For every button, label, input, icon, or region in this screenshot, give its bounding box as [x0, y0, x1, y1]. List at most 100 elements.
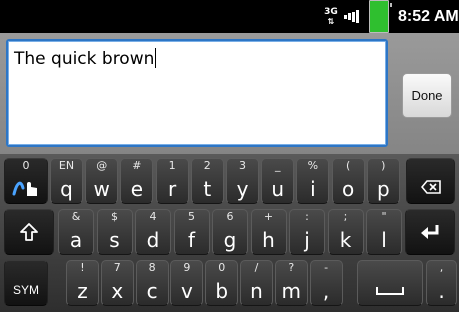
done-button[interactable]: Done — [402, 73, 452, 118]
key-a-alt-label: & — [71, 210, 81, 223]
space-key[interactable] — [357, 260, 423, 306]
key-f[interactable]: 5f — [173, 209, 210, 255]
shift-key[interactable] — [4, 209, 54, 255]
text-input[interactable]: The quick brown — [6, 39, 388, 147]
key-d[interactable]: 4d — [135, 209, 171, 255]
key-c-label: c — [146, 279, 158, 303]
key-period[interactable]: ,. — [426, 260, 457, 306]
key-s-alt-label: $ — [111, 210, 118, 223]
key-period-alt-label: , — [439, 261, 444, 274]
key-comma-label: , — [322, 279, 330, 303]
key-g[interactable]: 6g — [212, 209, 248, 255]
key-t-alt-label: 2 — [203, 159, 211, 172]
key-c-alt-label: 8 — [148, 261, 156, 274]
key-r[interactable]: 1r — [155, 158, 189, 204]
battery-icon — [369, 0, 392, 33]
sym-key[interactable]: SYM — [4, 260, 48, 306]
key-y-label: y — [236, 177, 249, 201]
key-n-alt-label: / — [254, 261, 259, 274]
key-m-label: m — [281, 279, 302, 303]
key-w[interactable]: @ w — [85, 158, 119, 204]
text-cursor — [155, 48, 157, 68]
key-u-label: u — [271, 177, 285, 201]
key-s-label: s — [109, 228, 120, 252]
key-v-alt-label: 9 — [183, 261, 191, 274]
key-j-label: j — [304, 228, 310, 252]
key-l-alt-label: " — [381, 210, 387, 223]
sym-key-label-wrap: SYM — [5, 261, 47, 305]
key-y-alt-label: 3 — [239, 159, 246, 172]
key-x-alt-label: 7 — [113, 261, 121, 274]
key-j[interactable]: :j — [289, 209, 325, 255]
key-v-label: v — [180, 279, 193, 303]
backspace-key[interactable] — [406, 158, 455, 204]
sym-key-label: SYM — [12, 283, 39, 297]
key-t[interactable]: 2t — [190, 158, 224, 204]
key-l-label: l — [381, 228, 387, 252]
key-n[interactable]: / n — [240, 260, 273, 306]
enter-icon — [406, 210, 454, 254]
key-v[interactable]: 9v — [170, 260, 204, 306]
key-c[interactable]: 8c — [135, 260, 169, 306]
key-comma-alt-label: - — [324, 261, 329, 274]
key-u-alt-label: _ — [274, 159, 281, 172]
key-f-label: f — [187, 228, 196, 252]
key-a[interactable]: & a — [58, 209, 94, 255]
key-h-label: h — [262, 228, 275, 252]
key-j-alt-label: : — [305, 210, 309, 223]
key-z[interactable]: ! z — [66, 260, 99, 306]
key-g-alt-label: 6 — [226, 210, 234, 223]
key-r-alt-label: 1 — [168, 159, 176, 172]
key-z-label: z — [77, 279, 88, 303]
key-g-label: g — [223, 228, 237, 252]
editor-panel: The quick brown Done — [0, 33, 459, 154]
key-y[interactable]: 3y — [226, 158, 259, 204]
clock: 8:52 AM — [398, 8, 459, 25]
key-s[interactable]: $ s — [96, 209, 133, 255]
key-a-label: a — [69, 228, 83, 252]
key-m[interactable]: ? m — [274, 260, 308, 306]
key-comma[interactable]: -, — [309, 260, 343, 306]
key-k-alt-label: ; — [343, 210, 348, 223]
enter-key[interactable] — [405, 209, 455, 255]
key-q[interactable]: EN q — [50, 158, 83, 204]
network-type-label: 3G — [324, 6, 338, 17]
key-l[interactable]: " l — [366, 209, 402, 255]
key-e-label: e — [130, 177, 144, 201]
status-bar: 3G ⇅ 8:52 AM — [0, 0, 459, 33]
key-i[interactable]: % i — [296, 158, 330, 204]
key-i-alt-label: % — [307, 159, 319, 172]
key-period-label: . — [438, 279, 445, 303]
backspace-icon — [407, 159, 454, 203]
key-z-alt-label: ! — [80, 261, 85, 274]
key-d-label: d — [146, 228, 160, 252]
key-f-alt-label: 5 — [188, 210, 195, 223]
key-h-alt-label: + — [263, 210, 274, 223]
key-d-alt-label: 4 — [149, 210, 157, 223]
key-o-label: o — [341, 177, 355, 201]
key-p[interactable]: ) p — [366, 158, 400, 204]
key-w-alt-label: @ — [96, 159, 108, 172]
key-i-label: i — [310, 177, 316, 201]
key-e[interactable]: # e — [120, 158, 154, 204]
key-k[interactable]: ; k — [327, 209, 364, 255]
key-b-label: b — [215, 279, 229, 303]
key-x[interactable]: 7x — [100, 260, 134, 306]
swype-icon — [5, 159, 47, 203]
key-e-alt-label: # — [132, 159, 142, 172]
key-o[interactable]: (o — [331, 158, 365, 204]
key-n-label: n — [250, 279, 263, 303]
keyboard: 0 EN q @ w # e 1 r 2 t 3 y _ u% i(o) p & a $ s 4 d 5 f 6 g + h: j; k " l… — [0, 154, 459, 312]
swype-key[interactable]: 0 — [4, 158, 48, 204]
key-b[interactable]: 0b — [205, 260, 239, 306]
key-p-label: p — [376, 177, 390, 201]
key-x-label: x — [111, 279, 124, 303]
key-r-label: r — [167, 177, 177, 201]
key-o-alt-label: ( — [345, 159, 351, 172]
key-p-alt-label: ) — [381, 159, 386, 172]
signal-strength-icon — [344, 0, 359, 33]
key-w-label: w — [93, 177, 110, 201]
key-b-alt-label: 0 — [218, 261, 226, 274]
key-u[interactable]: _ u — [261, 158, 295, 204]
key-h[interactable]: + h — [250, 209, 287, 255]
